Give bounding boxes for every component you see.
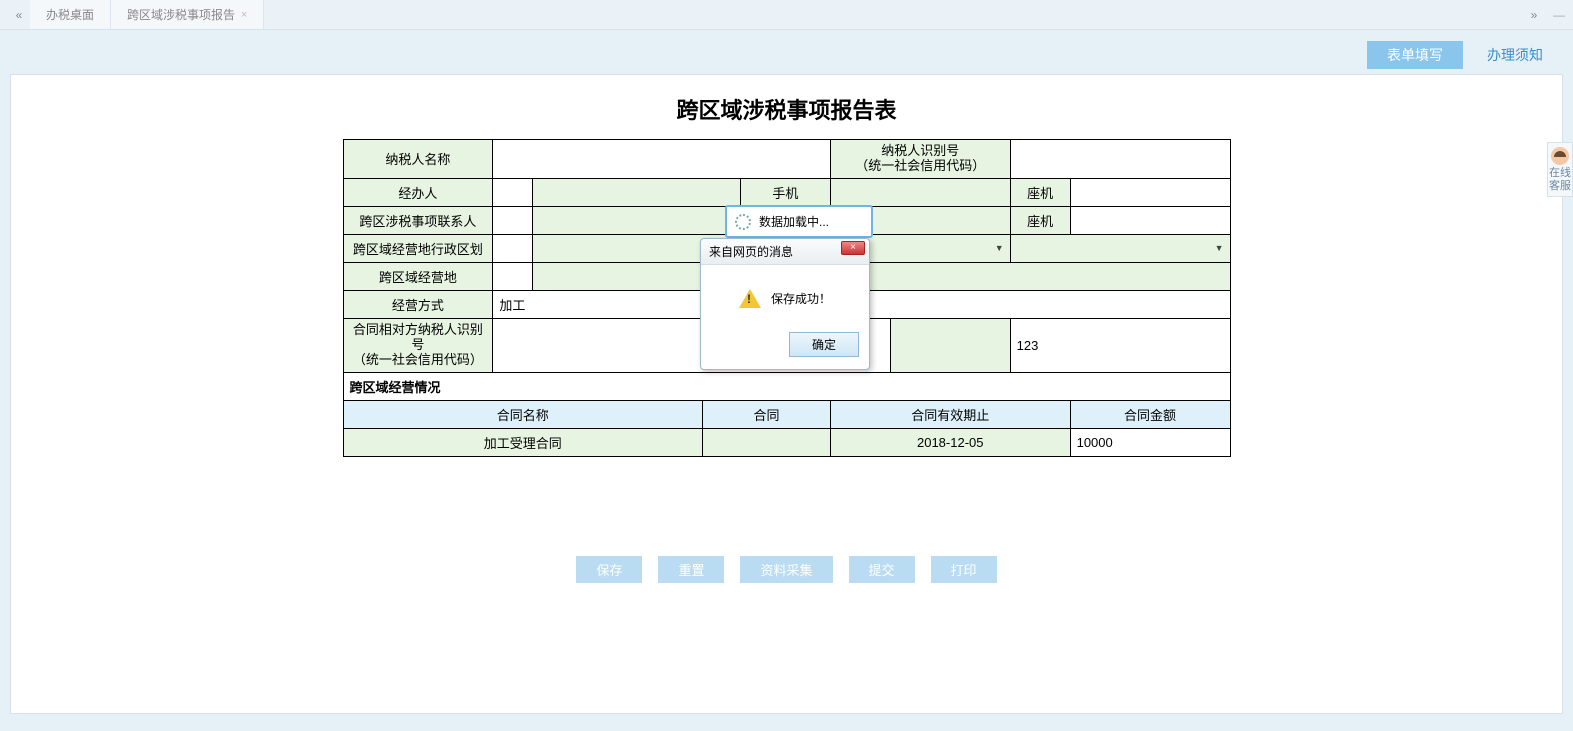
subtab-form-fill[interactable]: 表单填写 — [1367, 41, 1463, 69]
label-mobile: 手机 — [740, 178, 830, 206]
contract-row-start[interactable] — [703, 428, 831, 456]
contract-header-end: 合同有效期止 — [830, 400, 1070, 428]
field-taxpayer-name[interactable] — [493, 140, 831, 179]
alert-ok-button[interactable]: 确定 — [789, 332, 859, 357]
label-counterpart-extra — [890, 318, 1010, 372]
label-line: （统一社会信用代码） — [855, 158, 985, 173]
contract-header-start: 合同 — [703, 400, 831, 428]
label-line: 纳税人识别号 — [881, 143, 959, 158]
loading-popup: 数据加载中... — [725, 205, 873, 238]
field-region-part1[interactable] — [493, 234, 533, 262]
tab-desktop[interactable]: 办税桌面 — [30, 0, 111, 29]
contract-row-end[interactable]: 2018-12-05 — [830, 428, 1070, 456]
alert-close-button[interactable]: × — [841, 241, 865, 255]
collect-button[interactable]: 资料采集 — [740, 556, 832, 583]
label-taxpayer-name: 纳税人名称 — [343, 140, 493, 179]
field-landline[interactable] — [1070, 178, 1230, 206]
main-panel: 跨区域涉税事项报告表 纳税人名称 纳税人识别号 （统一社会信用代码） 经办人 — [10, 74, 1563, 714]
contract-row-name[interactable]: 加工受理合同 — [343, 428, 703, 456]
contract-row-amount[interactable]: 10000 — [1070, 428, 1230, 456]
label-contact-landline: 座机 — [1010, 206, 1070, 234]
field-agent[interactable] — [493, 178, 533, 206]
field-contact[interactable] — [493, 206, 533, 234]
alert-message: 保存成功！ — [771, 290, 831, 307]
label-region: 跨区域经营地行政区划 — [343, 234, 493, 262]
spinner-icon — [735, 214, 751, 230]
field-mobile[interactable] — [830, 178, 1010, 206]
cs-avatar-icon — [1551, 147, 1569, 165]
tab-strip: « 办税桌面 跨区域涉税事项报告 × » — — [0, 0, 1573, 30]
form-title: 跨区域涉税事项报告表 — [343, 75, 1231, 139]
alert-footer: 确定 — [701, 326, 869, 369]
tab-label: 跨区域涉税事项报告 — [127, 6, 235, 23]
tab-label: 办税桌面 — [46, 6, 94, 23]
chevron-down-icon: ▼ — [995, 243, 1004, 253]
label-taxpayer-id: 纳税人识别号 （统一社会信用代码） — [830, 140, 1010, 179]
label-counterpart-id: 合同相对方纳税人识别号 （统一社会信用代码） — [343, 318, 493, 372]
subtab-instructions[interactable]: 办理须知 — [1467, 41, 1563, 69]
tabs-next-button[interactable]: » — [1523, 0, 1545, 29]
label-empty — [533, 178, 741, 206]
label-empty — [533, 206, 741, 234]
field-counterpart-extra[interactable]: 123 — [1010, 318, 1230, 372]
tab-cross-region-report[interactable]: 跨区域涉税事项报告 × — [111, 0, 264, 29]
label-line: 合同相对方纳税人识别号 — [353, 322, 483, 352]
customer-service-float[interactable]: 在线客服 — [1547, 142, 1573, 197]
save-button[interactable]: 保存 — [576, 556, 642, 583]
submit-button[interactable]: 提交 — [849, 556, 915, 583]
section-head-cross-region: 跨区域经营情况 — [343, 372, 1230, 400]
contract-header-amount: 合同金额 — [1070, 400, 1230, 428]
loading-text: 数据加载中... — [759, 213, 829, 230]
tabs-prev-button[interactable]: « — [8, 0, 30, 29]
field-place[interactable] — [533, 262, 1230, 290]
warning-icon — [739, 289, 761, 308]
label-place: 跨区域经营地 — [343, 262, 493, 290]
label-landline: 座机 — [1010, 178, 1070, 206]
alert-title: 来自网页的消息 × — [701, 239, 869, 265]
chevron-down-icon: ▼ — [1215, 243, 1224, 253]
label-biz-mode: 经营方式 — [343, 290, 493, 318]
alert-title-text: 来自网页的消息 — [709, 245, 793, 259]
label-agent: 经办人 — [343, 178, 493, 206]
label-line: （统一社会信用代码） — [353, 352, 483, 367]
reset-button[interactable]: 重置 — [658, 556, 724, 583]
contract-header-name: 合同名称 — [343, 400, 703, 428]
tab-close-icon[interactable]: × — [241, 9, 247, 21]
field-region-part3[interactable]: ▼ — [1010, 234, 1230, 262]
action-bar: 保存 重置 资料采集 提交 打印 — [11, 556, 1562, 583]
alert-dialog: 来自网页的消息 × 保存成功！ 确定 — [700, 238, 870, 370]
field-place-prefix[interactable] — [493, 262, 533, 290]
cs-label: 在线客服 — [1549, 167, 1571, 192]
window-minimize-button[interactable]: — — [1545, 0, 1573, 29]
subtab-row: 表单填写 办理须知 — [0, 40, 1573, 70]
label-contact: 跨区涉税事项联系人 — [343, 206, 493, 234]
field-taxpayer-id[interactable] — [1010, 140, 1230, 179]
field-contact-landline[interactable] — [1070, 206, 1230, 234]
print-button[interactable]: 打印 — [931, 556, 997, 583]
alert-body: 保存成功！ — [701, 265, 869, 326]
